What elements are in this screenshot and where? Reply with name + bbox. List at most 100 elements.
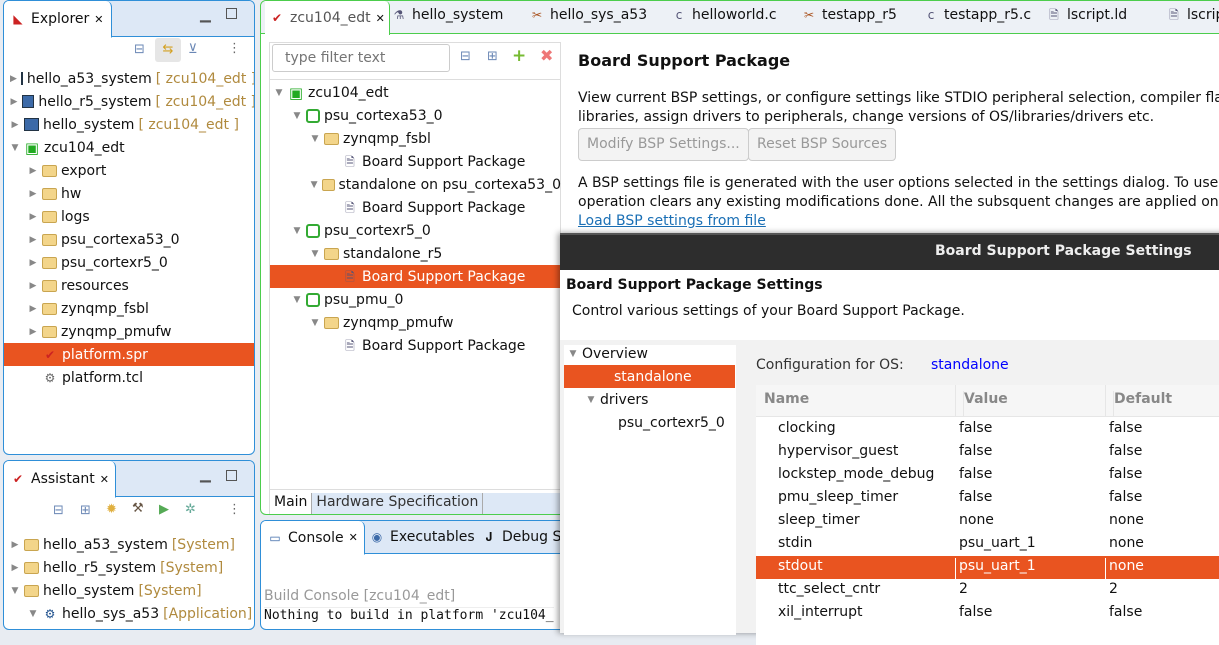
collapsed-arrow-icon[interactable]: ▶ [10, 97, 18, 107]
collapsed-arrow-icon[interactable]: ▶ [28, 189, 38, 199]
platform-tree-item[interactable]: ▼ zynqmp_fsbl [270, 127, 561, 150]
reset-bsp-sources-button[interactable]: Reset BSP Sources [748, 128, 897, 161]
dialog-nav-item[interactable]: ▼ Overview [564, 342, 735, 365]
platform-tree-item[interactable]: ▼ ▣ zcu104_edt [270, 81, 561, 104]
view-menu-icon[interactable]: ⋮ [228, 502, 241, 517]
assistant-item[interactable]: ▶ hello_a53_system [System] [4, 533, 235, 556]
platform-tree-item[interactable]: ▼ psu_cortexa53_0 [270, 104, 561, 127]
expand-all-icon[interactable]: ⊞ [487, 49, 498, 64]
close-icon[interactable]: ✕ [94, 13, 103, 26]
platform-tree-item[interactable]: 🗎 Board Support Package [270, 196, 561, 219]
close-icon[interactable]: ✕ [100, 473, 109, 486]
assistant-item[interactable]: ▼ hello_system [System] [4, 579, 202, 602]
explorer-tab[interactable]: ◣ Explorer ✕ [4, 1, 112, 38]
platform-tree-item[interactable]: ▼ standalone on psu_cortexa53_0 [270, 173, 561, 196]
editor-tab[interactable]: 🗎 lscript [1166, 7, 1219, 23]
settings-gear-icon[interactable]: ✹ [106, 502, 117, 517]
collapsed-arrow-icon[interactable]: ▶ [28, 235, 38, 245]
expanded-arrow-icon[interactable]: ▼ [292, 295, 302, 305]
expanded-arrow-icon[interactable]: ▼ [292, 226, 302, 236]
explorer-item[interactable]: ⚙ platform.tcl [4, 366, 254, 389]
load-bsp-settings-link[interactable]: Load BSP settings from file [578, 213, 766, 229]
expanded-arrow-icon[interactable]: ▼ [28, 609, 38, 619]
link-editor-icon[interactable]: ⇆ [155, 38, 181, 62]
explorer-item[interactable]: ▶ hello_system[ zcu104_edt ] [4, 113, 254, 136]
explorer-item[interactable]: ▶ hello_r5_system[ zcu104_edt ] [4, 90, 254, 113]
delete-icon[interactable]: ✖ [540, 46, 553, 65]
setting-value[interactable]: psu_uart_1 [959, 535, 1036, 551]
setting-value[interactable]: false [959, 420, 992, 436]
expanded-arrow-icon[interactable]: ▼ [310, 134, 320, 144]
settings-row[interactable]: ttc_select_cntr 2 2 [756, 579, 1219, 602]
expanded-arrow-icon[interactable]: ▼ [310, 249, 320, 259]
tab-console[interactable]: ▭ Console ✕ [261, 521, 365, 555]
editor-tab[interactable]: c helloworld.c [671, 7, 777, 23]
close-icon[interactable]: ✕ [376, 12, 385, 25]
explorer-item[interactable]: ▶ zynqmp_fsbl [4, 297, 254, 320]
dialog-nav-item[interactable]: psu_cortexr5_0 [564, 411, 735, 434]
explorer-item[interactable]: ▶ psu_cortexa53_0 [4, 228, 254, 251]
collapsed-arrow-icon[interactable]: ▶ [28, 327, 38, 337]
settings-row[interactable]: sleep_timer none none [756, 510, 1219, 533]
explorer-item[interactable]: ✔ platform.spr [4, 343, 254, 366]
explorer-item[interactable]: ▶ psu_cortexr5_0 [4, 251, 254, 274]
view-menu-icon[interactable]: ⋮ [228, 41, 241, 56]
expanded-arrow-icon[interactable]: ▼ [568, 349, 578, 359]
collapse-all-icon[interactable]: ⊟ [460, 49, 471, 64]
explorer-item[interactable]: ▶ resources [4, 274, 254, 297]
minimize-icon[interactable]: ▁ [200, 467, 211, 483]
setting-value[interactable]: psu_uart_1 [955, 558, 1036, 579]
setting-value[interactable]: false [959, 604, 992, 620]
settings-row[interactable]: stdout psu_uart_1 none [756, 556, 1219, 579]
collapsed-arrow-icon[interactable]: ▶ [10, 120, 20, 130]
platform-tree-item[interactable]: ▼ psu_pmu_0 [270, 288, 561, 311]
expanded-arrow-icon[interactable]: ▼ [586, 395, 596, 405]
tab-debug-shell[interactable]: 𝐉 Debug Sh [481, 529, 571, 545]
explorer-item[interactable]: ▼ ▣ zcu104_edt [4, 136, 254, 159]
maximize-icon[interactable] [226, 470, 237, 481]
setting-value[interactable]: false [959, 489, 992, 505]
build-hammer-icon[interactable]: ⚒ [132, 501, 144, 516]
dialog-nav-item[interactable]: standalone [564, 365, 735, 388]
editor-tab[interactable]: ✂ hello_sys_a53 [529, 7, 647, 23]
filter-input[interactable] [272, 44, 450, 72]
expanded-arrow-icon[interactable]: ▼ [10, 586, 20, 596]
expanded-arrow-icon[interactable]: ▼ [10, 143, 20, 153]
explorer-item[interactable]: ▶ hello_a53_system[ zcu104_edt ] [4, 67, 254, 90]
close-icon[interactable]: ✕ [349, 531, 358, 544]
column-header[interactable]: Value [963, 391, 1008, 417]
collapsed-arrow-icon[interactable]: ▶ [28, 166, 38, 176]
platform-tree-item[interactable]: 🗎 Board Support Package [270, 334, 561, 357]
editor-tab[interactable]: c testapp_r5.c [923, 7, 1031, 23]
settings-row[interactable]: xil_interrupt false false [756, 602, 1219, 625]
assistant-item[interactable]: ▼ ⚙ hello_sys_a53 [Application] [4, 602, 253, 625]
assistant-item[interactable]: ▶ hello_r5_system [System] [4, 556, 224, 579]
collapsed-arrow-icon[interactable]: ▶ [10, 540, 20, 550]
editor-tab[interactable]: ⚗ hello_system [391, 7, 504, 23]
expanded-arrow-icon[interactable]: ▼ [274, 88, 284, 98]
collapse-all-icon[interactable]: ⊟ [53, 503, 64, 518]
expanded-arrow-icon[interactable]: ▼ [292, 111, 302, 121]
platform-tree-item[interactable]: 🗎 Board Support Package [270, 150, 561, 173]
expanded-arrow-icon[interactable]: ▼ [310, 318, 320, 328]
dialog-nav-item[interactable]: ▼ drivers [564, 388, 735, 411]
assistant-tab[interactable]: ✔ Assistant ✕ [4, 461, 116, 498]
collapsed-arrow-icon[interactable]: ▶ [28, 304, 38, 314]
collapsed-arrow-icon[interactable]: ▶ [28, 281, 38, 291]
explorer-item[interactable]: ▶ export [4, 159, 254, 182]
settings-row[interactable]: stdin psu_uart_1 none [756, 533, 1219, 556]
tab-hardware-specification[interactable]: Hardware Specification [312, 493, 484, 514]
column-header[interactable]: Default [1113, 391, 1172, 417]
collapsed-arrow-icon[interactable]: ▶ [10, 74, 17, 84]
editor-tab[interactable]: ✂ testapp_r5 [801, 7, 897, 23]
editor-tab[interactable]: 🗎 lscript.ld [1046, 7, 1127, 23]
maximize-icon[interactable] [226, 8, 237, 19]
settings-row[interactable]: clocking false false [756, 418, 1219, 441]
setting-value[interactable]: none [959, 512, 994, 528]
platform-tree-item[interactable]: ▼ zynqmp_pmufw [270, 311, 561, 334]
settings-row[interactable]: lockstep_mode_debug false false [756, 464, 1219, 487]
minimize-icon[interactable]: ▁ [200, 7, 211, 23]
setting-value[interactable]: false [959, 466, 992, 482]
tab-main[interactable]: Main [270, 493, 313, 514]
collapsed-arrow-icon[interactable]: ▶ [10, 563, 20, 573]
